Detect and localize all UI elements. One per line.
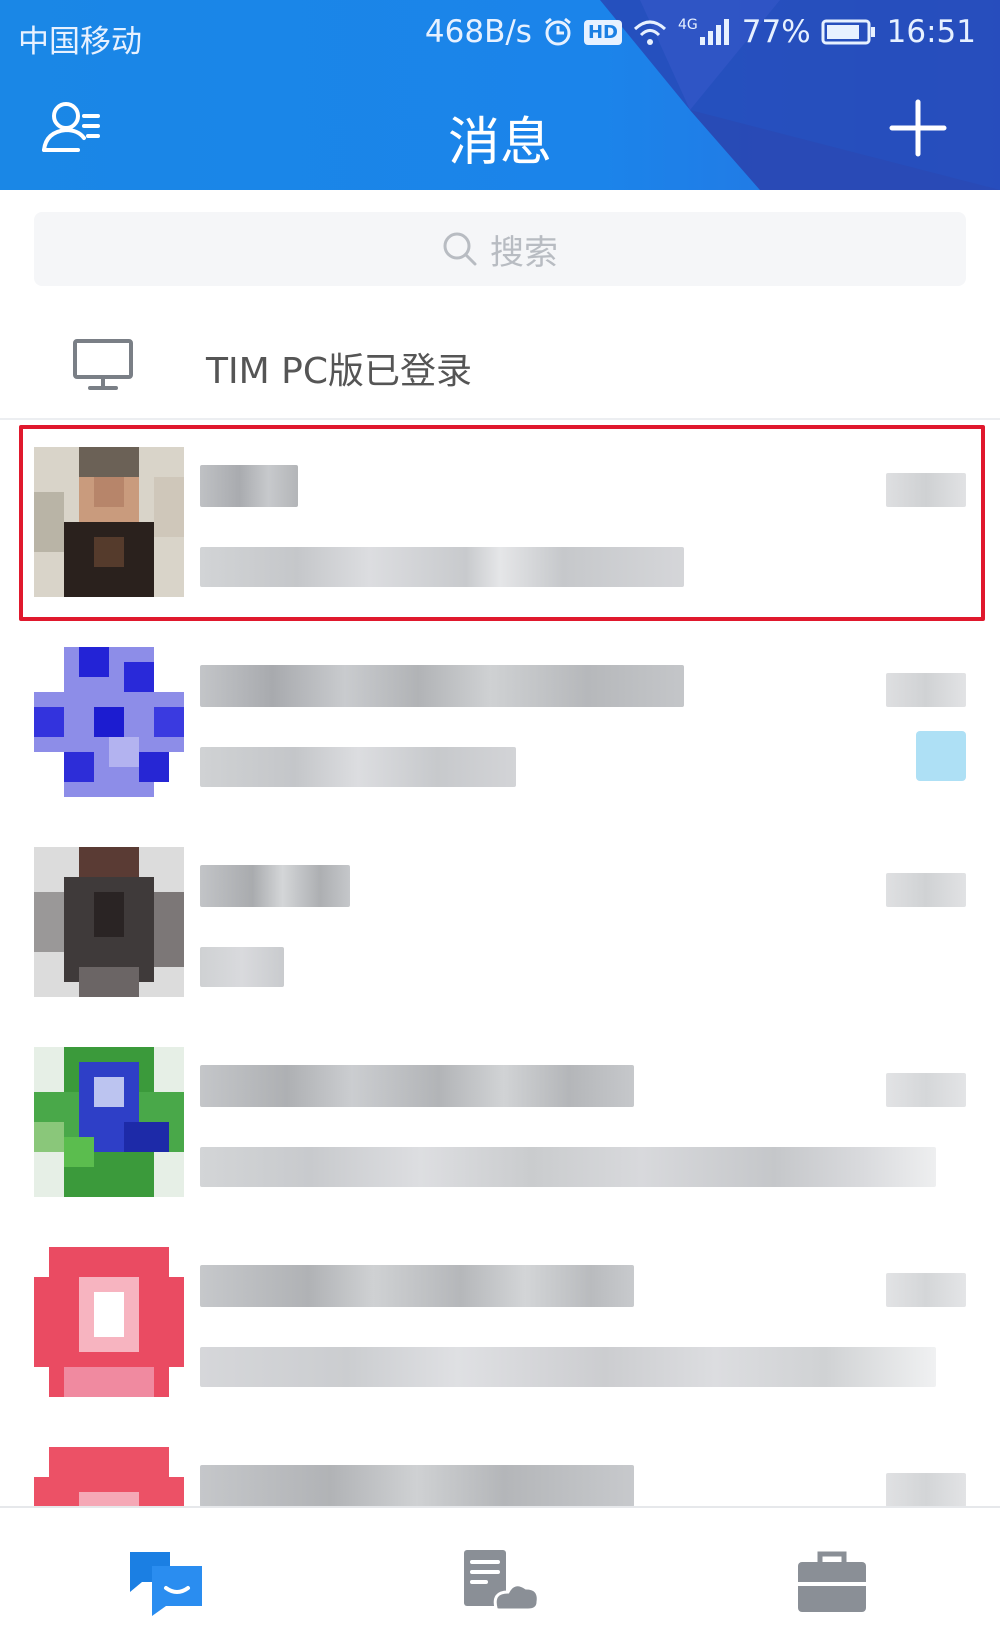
- unread-badge: [916, 731, 966, 781]
- conversation-name: [200, 465, 298, 507]
- tab-docs[interactable]: [462, 1548, 542, 1618]
- conversation-preview: [200, 947, 284, 987]
- battery-icon: [821, 18, 877, 46]
- status-bar: 中国移动 468B/s HD 4G 77% 16:51: [0, 0, 1000, 70]
- conversation-name: [200, 1465, 634, 1506]
- conversation-preview: [200, 747, 516, 787]
- hd-badge: HD: [583, 19, 622, 45]
- search-bar[interactable]: 搜索: [34, 212, 966, 286]
- page-title: 消息: [447, 113, 552, 173]
- conversation-time: [886, 473, 966, 507]
- conversation-preview: [200, 1347, 936, 1387]
- avatar: [34, 1247, 184, 1397]
- signal-icon: 4G: [678, 17, 732, 47]
- pc-login-banner[interactable]: TIM PC版已登录: [0, 320, 1000, 418]
- tab-work[interactable]: [792, 1548, 872, 1618]
- briefcase-icon: [798, 1551, 866, 1612]
- divider: [0, 418, 1000, 420]
- avatar: [34, 447, 184, 597]
- conversation-item[interactable]: [0, 625, 1000, 825]
- plus-icon[interactable]: [888, 98, 948, 158]
- monitor-icon: [73, 339, 133, 390]
- cloud-document-icon: [464, 1550, 540, 1612]
- conversation-preview: [200, 1147, 936, 1187]
- conversation-time: [886, 673, 966, 707]
- conversation-item[interactable]: [0, 825, 1000, 1025]
- bottom-tab-bar: [0, 1506, 1000, 1646]
- conversation-item[interactable]: [0, 1025, 1000, 1225]
- conversation-name: [200, 1065, 634, 1107]
- battery-percent: 77%: [741, 14, 811, 50]
- search-icon: [443, 232, 477, 266]
- conversation-name: [200, 865, 350, 907]
- conversation-item[interactable]: [0, 425, 1000, 625]
- conversation-name: [200, 1265, 634, 1307]
- network-speed: 468B/s: [424, 14, 532, 50]
- chat-bubbles-icon: [130, 1552, 202, 1616]
- conversation-item[interactable]: [0, 1425, 1000, 1506]
- conversation-preview: [200, 547, 684, 587]
- nav-bar: 消息: [0, 80, 1000, 190]
- conversation-time: [886, 873, 966, 907]
- tab-messages[interactable]: [126, 1548, 206, 1618]
- carrier-name: 中国移动: [18, 24, 142, 60]
- avatar: [34, 1047, 184, 1197]
- conversation-time: [886, 1073, 966, 1107]
- search-placeholder: 搜索: [490, 232, 558, 273]
- avatar: [34, 647, 184, 797]
- network-type: 4G: [677, 17, 698, 33]
- conversation-item[interactable]: [0, 1225, 1000, 1425]
- clock: 16:51: [886, 14, 976, 50]
- status-icons: 468B/s HD 4G 77% 16:51: [425, 14, 976, 50]
- app-header: 中国移动 468B/s HD 4G 77% 16:51 消息: [0, 0, 1000, 190]
- wifi-icon: [632, 17, 668, 47]
- conversation-time: [886, 1473, 966, 1506]
- avatar: [34, 1447, 184, 1506]
- alarm-icon: [542, 16, 574, 48]
- conversation-name: [200, 665, 684, 707]
- pc-login-label: TIM PC版已登录: [206, 351, 472, 392]
- avatar: [34, 847, 184, 997]
- conversation-time: [886, 1273, 966, 1307]
